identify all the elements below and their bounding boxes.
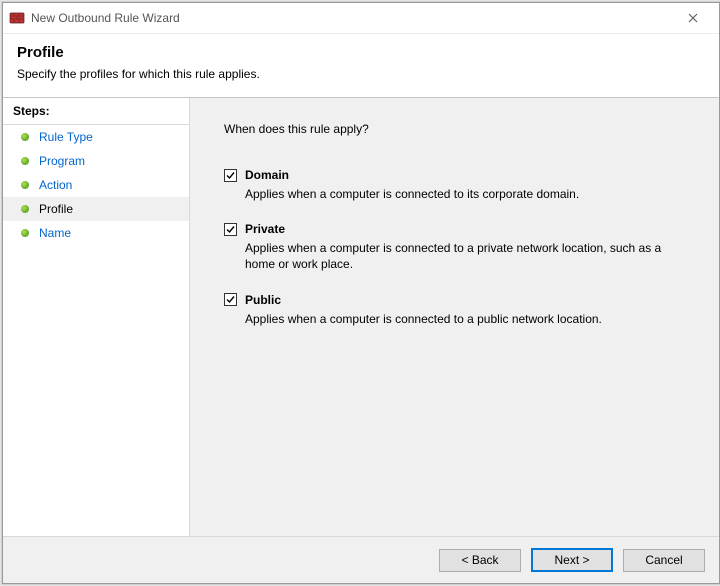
wizard-window: New Outbound Rule Wizard Profile Specify… — [2, 2, 720, 584]
public-label: Public — [245, 293, 281, 307]
next-button[interactable]: Next > — [531, 548, 613, 572]
private-description: Applies when a computer is connected to … — [245, 240, 675, 272]
page-header: Profile Specify the profiles for which t… — [3, 34, 719, 97]
page-title: Profile — [17, 44, 705, 61]
private-checkbox[interactable] — [224, 223, 237, 236]
step-bullet-icon — [21, 181, 29, 189]
wizard-body: Steps: Rule Type Program Action Profile Name… — [3, 97, 719, 536]
wizard-footer: < Back Next > Cancel — [3, 536, 719, 583]
step-profile[interactable]: Profile — [3, 197, 189, 221]
step-program[interactable]: Program — [3, 149, 189, 173]
step-bullet-icon — [21, 205, 29, 213]
checkmark-icon — [225, 294, 236, 305]
step-rule-type[interactable]: Rule Type — [3, 125, 189, 149]
close-icon — [688, 13, 698, 23]
option-row: Public — [224, 293, 691, 307]
steps-title: Steps: — [3, 98, 189, 125]
private-label: Private — [245, 222, 285, 236]
step-label: Rule Type — [39, 130, 93, 144]
option-domain: Domain Applies when a computer is connect… — [224, 168, 691, 202]
window-title: New Outbound Rule Wizard — [31, 11, 180, 25]
step-bullet-icon — [21, 229, 29, 237]
back-button[interactable]: < Back — [439, 549, 521, 572]
titlebar: New Outbound Rule Wizard — [3, 3, 719, 34]
cancel-button[interactable]: Cancel — [623, 549, 705, 572]
question-text: When does this rule apply? — [224, 122, 691, 136]
close-button[interactable] — [673, 4, 713, 32]
checkmark-icon — [225, 224, 236, 235]
public-checkbox[interactable] — [224, 293, 237, 306]
step-action[interactable]: Action — [3, 173, 189, 197]
step-name[interactable]: Name — [3, 221, 189, 245]
option-row: Private — [224, 222, 691, 236]
step-label: Name — [39, 226, 71, 240]
domain-description: Applies when a computer is connected to … — [245, 186, 675, 202]
firewall-icon — [9, 10, 25, 26]
domain-checkbox[interactable] — [224, 169, 237, 182]
step-label: Action — [39, 178, 72, 192]
page-subtitle: Specify the profiles for which this rule… — [17, 67, 705, 81]
step-bullet-icon — [21, 133, 29, 141]
step-label: Program — [39, 154, 85, 168]
steps-sidebar: Steps: Rule Type Program Action Profile Name — [3, 98, 190, 536]
option-public: Public Applies when a computer is connect… — [224, 293, 691, 327]
step-label: Profile — [39, 202, 73, 216]
domain-label: Domain — [245, 168, 289, 182]
public-description: Applies when a computer is connected to … — [245, 311, 675, 327]
step-bullet-icon — [21, 157, 29, 165]
option-row: Domain — [224, 168, 691, 182]
checkmark-icon — [225, 170, 236, 181]
content-pane: When does this rule apply? Domain Applies… — [190, 98, 719, 536]
option-private: Private Applies when a computer is connec… — [224, 222, 691, 272]
